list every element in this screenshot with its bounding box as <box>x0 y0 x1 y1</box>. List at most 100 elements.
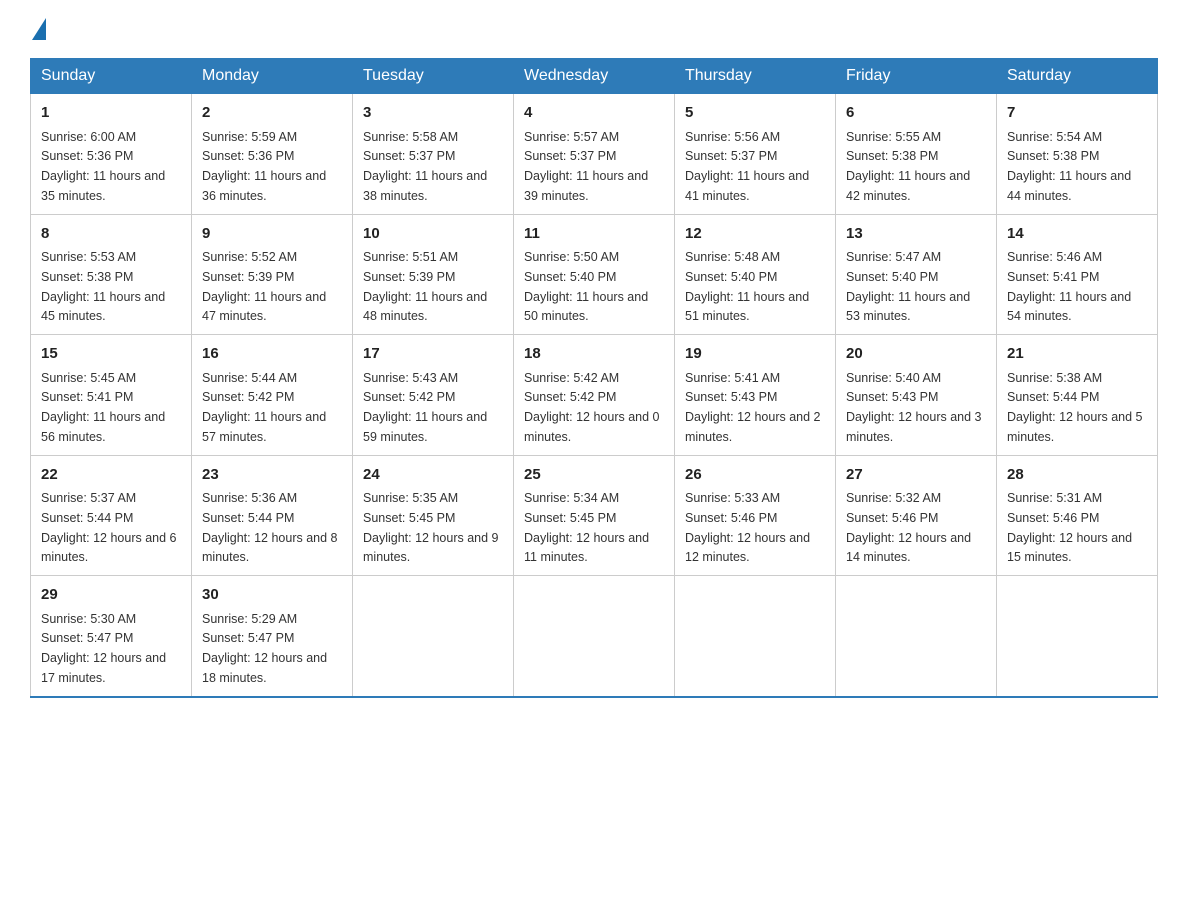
day-number: 22 <box>41 464 181 487</box>
day-info: Sunrise: 5:31 AMSunset: 5:46 PMDaylight:… <box>1007 491 1132 564</box>
calendar-cell <box>514 576 675 697</box>
day-info: Sunrise: 5:42 AMSunset: 5:42 PMDaylight:… <box>524 371 660 444</box>
calendar-cell: 30Sunrise: 5:29 AMSunset: 5:47 PMDayligh… <box>192 576 353 697</box>
calendar-cell: 4 Sunrise: 5:57 AMSunset: 5:37 PMDaylight… <box>514 94 675 215</box>
calendar-cell: 3 Sunrise: 5:58 AMSunset: 5:37 PMDaylight… <box>353 94 514 215</box>
day-number: 9 <box>202 223 342 246</box>
day-number: 1 <box>41 102 181 125</box>
day-info: Sunrise: 5:45 AMSunset: 5:41 PMDaylight:… <box>41 371 165 444</box>
day-number: 28 <box>1007 464 1147 487</box>
week-row-2: 8 Sunrise: 5:53 AMSunset: 5:38 PMDaylight… <box>31 214 1158 335</box>
day-number: 20 <box>846 343 986 366</box>
day-number: 19 <box>685 343 825 366</box>
day-info: Sunrise: 5:52 AMSunset: 5:39 PMDaylight:… <box>202 250 326 323</box>
logo-triangle-icon <box>32 18 46 40</box>
day-number: 7 <box>1007 102 1147 125</box>
day-number: 8 <box>41 223 181 246</box>
day-number: 25 <box>524 464 664 487</box>
calendar-cell: 11 Sunrise: 5:50 AMSunset: 5:40 PMDayligh… <box>514 214 675 335</box>
calendar-cell: 25 Sunrise: 5:34 AMSunset: 5:45 PMDayligh… <box>514 455 675 576</box>
day-number: 12 <box>685 223 825 246</box>
calendar-cell: 28 Sunrise: 5:31 AMSunset: 5:46 PMDayligh… <box>997 455 1158 576</box>
day-info: Sunrise: 5:40 AMSunset: 5:43 PMDaylight:… <box>846 371 982 444</box>
day-info: Sunrise: 5:47 AMSunset: 5:40 PMDaylight:… <box>846 250 970 323</box>
calendar-body: 1 Sunrise: 6:00 AMSunset: 5:36 PMDaylight… <box>31 94 1158 697</box>
day-info: Sunrise: 5:53 AMSunset: 5:38 PMDaylight:… <box>41 250 165 323</box>
day-info: Sunrise: 5:54 AMSunset: 5:38 PMDaylight:… <box>1007 130 1131 203</box>
header-friday: Friday <box>836 59 997 94</box>
calendar-cell: 22 Sunrise: 5:37 AMSunset: 5:44 PMDayligh… <box>31 455 192 576</box>
day-info: Sunrise: 5:50 AMSunset: 5:40 PMDaylight:… <box>524 250 648 323</box>
calendar-cell: 16Sunrise: 5:44 AMSunset: 5:42 PMDayligh… <box>192 335 353 456</box>
calendar-cell: 24 Sunrise: 5:35 AMSunset: 5:45 PMDayligh… <box>353 455 514 576</box>
calendar-cell: 1 Sunrise: 6:00 AMSunset: 5:36 PMDaylight… <box>31 94 192 215</box>
header-wednesday: Wednesday <box>514 59 675 94</box>
day-number: 15 <box>41 343 181 366</box>
day-info: Sunrise: 5:43 AMSunset: 5:42 PMDaylight:… <box>363 371 487 444</box>
calendar-cell <box>675 576 836 697</box>
day-info: Sunrise: 5:46 AMSunset: 5:41 PMDaylight:… <box>1007 250 1131 323</box>
calendar-cell: 14Sunrise: 5:46 AMSunset: 5:41 PMDayligh… <box>997 214 1158 335</box>
calendar-cell: 18 Sunrise: 5:42 AMSunset: 5:42 PMDayligh… <box>514 335 675 456</box>
calendar-cell: 13 Sunrise: 5:47 AMSunset: 5:40 PMDayligh… <box>836 214 997 335</box>
day-number: 6 <box>846 102 986 125</box>
day-info: Sunrise: 5:38 AMSunset: 5:44 PMDaylight:… <box>1007 371 1143 444</box>
calendar-cell: 2 Sunrise: 5:59 AMSunset: 5:36 PMDaylight… <box>192 94 353 215</box>
day-number: 27 <box>846 464 986 487</box>
day-info: Sunrise: 5:57 AMSunset: 5:37 PMDaylight:… <box>524 130 648 203</box>
day-number: 21 <box>1007 343 1147 366</box>
calendar-cell: 8 Sunrise: 5:53 AMSunset: 5:38 PMDaylight… <box>31 214 192 335</box>
day-number: 18 <box>524 343 664 366</box>
day-info: Sunrise: 5:51 AMSunset: 5:39 PMDaylight:… <box>363 250 487 323</box>
day-info: Sunrise: 5:59 AMSunset: 5:36 PMDaylight:… <box>202 130 326 203</box>
day-info: Sunrise: 5:34 AMSunset: 5:45 PMDaylight:… <box>524 491 649 564</box>
calendar-cell: 23 Sunrise: 5:36 AMSunset: 5:44 PMDayligh… <box>192 455 353 576</box>
header-saturday: Saturday <box>997 59 1158 94</box>
calendar-cell: 26Sunrise: 5:33 AMSunset: 5:46 PMDayligh… <box>675 455 836 576</box>
day-info: Sunrise: 6:00 AMSunset: 5:36 PMDaylight:… <box>41 130 165 203</box>
day-number: 24 <box>363 464 503 487</box>
day-info: Sunrise: 5:48 AMSunset: 5:40 PMDaylight:… <box>685 250 809 323</box>
calendar-cell: 7 Sunrise: 5:54 AMSunset: 5:38 PMDaylight… <box>997 94 1158 215</box>
day-info: Sunrise: 5:36 AMSunset: 5:44 PMDaylight:… <box>202 491 338 564</box>
day-info: Sunrise: 5:29 AMSunset: 5:47 PMDaylight:… <box>202 612 327 685</box>
header-row: SundayMondayTuesdayWednesdayThursdayFrid… <box>31 59 1158 94</box>
header-tuesday: Tuesday <box>353 59 514 94</box>
week-row-1: 1 Sunrise: 6:00 AMSunset: 5:36 PMDaylight… <box>31 94 1158 215</box>
calendar-table: SundayMondayTuesdayWednesdayThursdayFrid… <box>30 58 1158 698</box>
day-info: Sunrise: 5:35 AMSunset: 5:45 PMDaylight:… <box>363 491 499 564</box>
header-monday: Monday <box>192 59 353 94</box>
week-row-4: 22 Sunrise: 5:37 AMSunset: 5:44 PMDayligh… <box>31 455 1158 576</box>
calendar-cell: 12 Sunrise: 5:48 AMSunset: 5:40 PMDayligh… <box>675 214 836 335</box>
day-number: 29 <box>41 584 181 607</box>
calendar-cell: 9 Sunrise: 5:52 AMSunset: 5:39 PMDaylight… <box>192 214 353 335</box>
day-info: Sunrise: 5:58 AMSunset: 5:37 PMDaylight:… <box>363 130 487 203</box>
day-number: 3 <box>363 102 503 125</box>
calendar-cell <box>353 576 514 697</box>
calendar-header: SundayMondayTuesdayWednesdayThursdayFrid… <box>31 59 1158 94</box>
calendar-cell <box>836 576 997 697</box>
calendar-cell: 15 Sunrise: 5:45 AMSunset: 5:41 PMDayligh… <box>31 335 192 456</box>
day-info: Sunrise: 5:41 AMSunset: 5:43 PMDaylight:… <box>685 371 821 444</box>
calendar-cell: 5 Sunrise: 5:56 AMSunset: 5:37 PMDaylight… <box>675 94 836 215</box>
day-number: 2 <box>202 102 342 125</box>
day-number: 13 <box>846 223 986 246</box>
calendar-cell: 19 Sunrise: 5:41 AMSunset: 5:43 PMDayligh… <box>675 335 836 456</box>
day-info: Sunrise: 5:32 AMSunset: 5:46 PMDaylight:… <box>846 491 971 564</box>
day-info: Sunrise: 5:30 AMSunset: 5:47 PMDaylight:… <box>41 612 166 685</box>
calendar-cell: 20 Sunrise: 5:40 AMSunset: 5:43 PMDayligh… <box>836 335 997 456</box>
day-number: 10 <box>363 223 503 246</box>
day-number: 5 <box>685 102 825 125</box>
calendar-cell: 29 Sunrise: 5:30 AMSunset: 5:47 PMDayligh… <box>31 576 192 697</box>
calendar-cell <box>997 576 1158 697</box>
day-info: Sunrise: 5:56 AMSunset: 5:37 PMDaylight:… <box>685 130 809 203</box>
day-info: Sunrise: 5:44 AMSunset: 5:42 PMDaylight:… <box>202 371 326 444</box>
calendar-cell: 21 Sunrise: 5:38 AMSunset: 5:44 PMDayligh… <box>997 335 1158 456</box>
day-number: 11 <box>524 223 664 246</box>
logo <box>30 20 46 38</box>
day-info: Sunrise: 5:37 AMSunset: 5:44 PMDaylight:… <box>41 491 177 564</box>
calendar-cell: 17Sunrise: 5:43 AMSunset: 5:42 PMDayligh… <box>353 335 514 456</box>
day-number: 4 <box>524 102 664 125</box>
day-number: 23 <box>202 464 342 487</box>
week-row-5: 29 Sunrise: 5:30 AMSunset: 5:47 PMDayligh… <box>31 576 1158 697</box>
